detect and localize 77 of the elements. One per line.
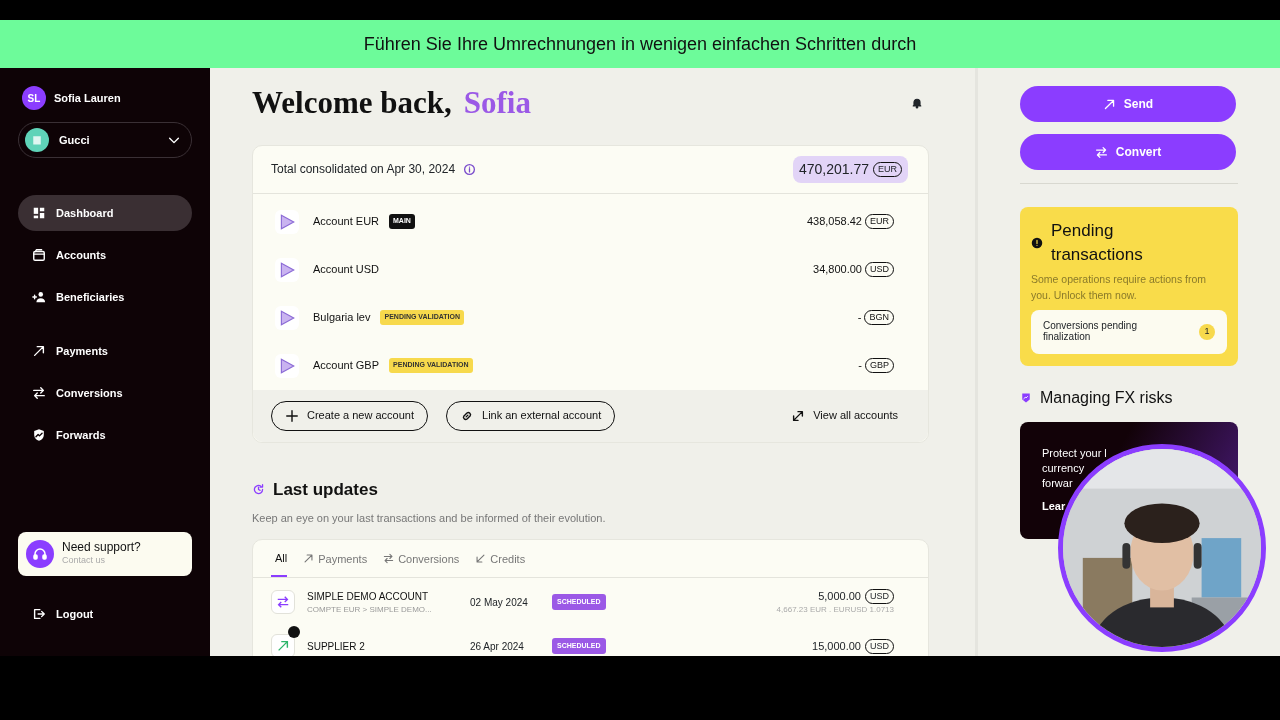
action-button[interactable]: Send [1020,86,1236,122]
pending-item[interactable]: Conversions pending finalization 1 [1031,309,1227,354]
account-amount: 438,058.42 [806,214,862,230]
section-title: Last updates [273,478,378,501]
shield-icon [1020,391,1032,404]
fx-card-text: forwar [1042,475,1074,491]
transaction-detail: 4,667.23 EUR . EURUSD 1.0713 [776,604,894,617]
account-amount: - [857,310,862,326]
bell-icon [911,97,923,110]
dashboard-icon [32,206,46,220]
transaction-title: SIMPLE DEMO ACCOUNT [307,589,430,604]
building-icon [25,128,49,152]
view-all-link[interactable]: View all accounts [791,407,898,424]
swap-icon [383,553,395,565]
support-title: Need support? [62,540,141,555]
transaction-date: 26 Apr 2024 [470,639,525,654]
account-name: Account GBP [313,358,380,374]
info-icon [463,162,477,176]
support-subtitle: Contact us [62,554,107,568]
play-logo-icon [275,353,299,378]
arrow-icon [32,344,46,358]
badge-icon [288,626,300,638]
user-avatar: SL [22,86,46,110]
action-button[interactable]: Convert [1020,134,1236,170]
total-amount: 470,201.77 EUR [792,155,908,183]
history-icon [252,482,265,496]
shield-icon [32,428,46,442]
arrow-icon [303,553,315,565]
transaction-title: SUPPLIER 2 [307,639,366,654]
add-person-icon [32,290,46,304]
nav-item[interactable]: Conversions [18,375,192,411]
logout-item[interactable]: Logout [18,596,192,632]
fx-title: Managing FX risks [1040,387,1173,408]
play-logo-icon [275,257,299,282]
swap-icon [32,386,46,400]
alert-icon [1031,237,1043,249]
play-logo-icon [275,305,299,330]
section-subtitle: Keep an eye on your last transactions and be informed of their evolution. [252,511,607,526]
expand-icon [791,408,806,423]
filter-tab[interactable]: Credits [475,539,526,577]
filter-tab[interactable]: Conversions [383,539,460,577]
filter-tab[interactable]: Payments [303,539,368,577]
plus-icon [285,408,299,423]
headset-icon [26,540,54,568]
total-label: Total consolidated on Apr 30, 2024 [271,161,456,178]
nav-item[interactable]: Payments [18,333,192,369]
fx-card-text: currency [1042,460,1086,476]
account-amount: 34,800.00 [813,262,862,278]
swap-icon [1094,145,1108,159]
nav-item[interactable]: Beneficiaries [18,279,192,315]
transaction-icon [271,590,295,614]
arrow-icon [1102,97,1116,111]
logout-icon [32,607,46,621]
filter-tab[interactable]: All [271,539,288,577]
account-name: Account USD [313,262,380,278]
support-card[interactable]: Need support? Contact us [18,532,192,576]
arrow-icon [475,553,487,565]
count-badge: 1 [1199,323,1215,340]
transaction-amount: 15,000.00 [812,638,861,654]
pending-title: Pending transactions [1051,220,1144,266]
transaction-subtitle: COMPTE EUR > SIMPLE DEMO... [307,603,433,616]
transaction-date: 02 May 2024 [470,595,529,610]
nav-item[interactable]: Dashboard [18,195,192,231]
banner-text: Führen Sie Ihre Umrechnungen in wenigen einfachen Schritten durch [363,32,917,56]
wallet-icon [32,248,46,262]
transaction-amount: 5,000.00 [818,588,861,604]
user-name: Sofia Lauren [54,90,121,106]
play-logo-icon [275,209,299,234]
fx-card-text: Lear [1042,498,1067,514]
nav-item[interactable]: Accounts [18,237,192,273]
account-amount: - [858,358,862,374]
account-name: Account EUR [313,214,380,230]
welcome-heading: Welcome back, Sofia [252,84,531,122]
fx-card-text: Protect your l [1042,445,1108,461]
pending-text: Some operations require actions from you. Unlock them now. [1031,272,1208,303]
account-name: Bulgaria lev [313,310,371,326]
nav-item[interactable]: Forwards [18,417,192,453]
